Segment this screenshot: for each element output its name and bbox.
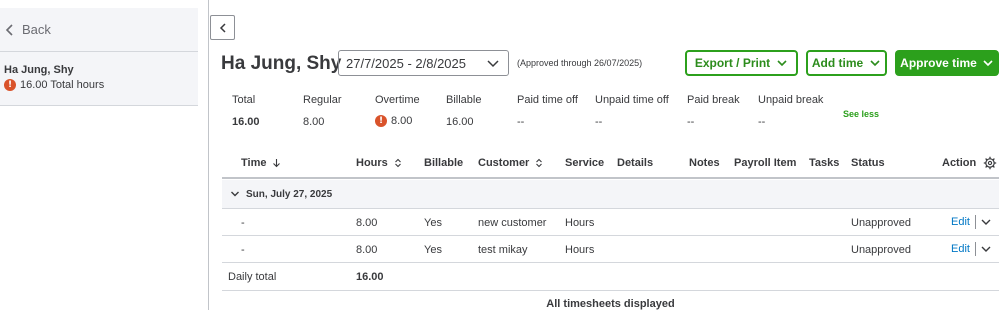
cell-time: - xyxy=(241,244,245,256)
chevron-left-icon xyxy=(219,22,226,33)
cell-status: Unapproved xyxy=(851,244,911,256)
table-row: - 8.00 Yes new customer Hours Unapproved… xyxy=(222,209,999,236)
edit-link[interactable]: Edit xyxy=(951,216,970,228)
export-print-label: Export / Print xyxy=(694,56,771,70)
warning-icon: ! xyxy=(375,115,387,127)
column-header-time[interactable]: Time xyxy=(241,157,281,169)
table-row: - 8.00 Yes test mikay Hours Unapproved E… xyxy=(222,236,999,263)
sort-updown-icon xyxy=(536,158,543,168)
chevron-down-icon xyxy=(231,191,239,197)
employee-list-item[interactable]: Ha Jung, Shy ! 16.00 Total hours xyxy=(0,52,198,106)
cell-customer: new customer xyxy=(478,217,547,229)
employee-hours-text: 16.00 Total hours xyxy=(20,79,105,91)
cell-time: - xyxy=(241,217,245,229)
column-header-label: Tasks xyxy=(809,157,840,169)
chevron-down-icon xyxy=(870,60,880,67)
date-group-label: Sun, July 27, 2025 xyxy=(246,188,333,200)
column-header-details: Details xyxy=(617,157,653,169)
approve-time-label: Approve time xyxy=(900,56,977,70)
cell-status: Unapproved xyxy=(851,217,911,229)
table-header: Time Hours Billable Customer Service Det… xyxy=(222,148,999,179)
column-header-payroll-item: Payroll Item xyxy=(734,157,796,169)
column-header-label: Action xyxy=(942,157,977,169)
column-header-label: Service xyxy=(565,157,605,169)
summary-value-paid-time-off: -- xyxy=(517,116,525,128)
page-title: Ha Jung, Shy xyxy=(221,53,342,74)
chevron-down-icon[interactable] xyxy=(980,216,992,228)
add-time-label: Add time xyxy=(811,56,864,70)
back-button[interactable]: Back xyxy=(0,8,198,52)
column-header-notes: Notes xyxy=(689,157,720,169)
column-header-tasks: Tasks xyxy=(809,157,839,169)
sort-down-icon xyxy=(273,159,281,168)
chevron-down-icon xyxy=(983,60,993,67)
column-header-label: Time xyxy=(241,157,267,169)
daily-total-row: Daily total 16.00 xyxy=(222,263,999,291)
column-header-label: Status xyxy=(851,157,885,169)
summary-label-total: Total xyxy=(232,94,256,106)
date-group-row[interactable]: Sun, July 27, 2025 xyxy=(222,180,999,209)
summary-label-regular: Regular xyxy=(303,94,342,106)
cell-service: Hours xyxy=(565,244,595,256)
summary-label-unpaid-time-off: Unpaid time off xyxy=(595,94,669,106)
summary-overtime: ! 8.00 xyxy=(375,115,412,127)
summary-label-paid-time-off: Paid time off xyxy=(517,94,578,106)
column-header-billable: Billable xyxy=(424,157,463,169)
collapse-sidebar-button[interactable] xyxy=(210,15,235,40)
add-time-button[interactable]: Add time xyxy=(806,50,887,76)
column-header-label: Details xyxy=(617,157,654,169)
approved-through-note: (Approved through 26/07/2025) xyxy=(517,58,643,68)
action-separator xyxy=(975,215,976,229)
employee-hours: ! 16.00 Total hours xyxy=(4,79,198,91)
chevron-down-icon xyxy=(487,60,499,68)
cell-hours: 8.00 xyxy=(356,217,378,229)
column-header-status: Status xyxy=(851,157,885,169)
column-header-service: Service xyxy=(565,157,604,169)
daily-total-value: 16.00 xyxy=(356,271,384,283)
column-header-label: Customer xyxy=(478,157,530,169)
summary-value-overtime: 8.00 xyxy=(391,115,413,127)
summary-value-billable: 16.00 xyxy=(446,116,474,128)
date-range-select[interactable]: 27/7/2025 - 2/8/2025 xyxy=(338,50,509,76)
employee-sidebar: Back Ha Jung, Shy ! 16.00 Total hours xyxy=(0,0,198,310)
summary-label-overtime: Overtime xyxy=(375,94,420,106)
summary-value-unpaid-time-off: -- xyxy=(595,116,603,128)
date-range-value: 27/7/2025 - 2/8/2025 xyxy=(346,55,466,71)
cell-hours: 8.00 xyxy=(356,244,378,256)
see-less-link[interactable]: See less xyxy=(843,109,879,119)
export-print-button[interactable]: Export / Print xyxy=(685,50,798,76)
column-header-action: Action xyxy=(942,157,976,169)
gear-icon[interactable] xyxy=(983,156,997,170)
back-label: Back xyxy=(22,22,51,37)
summary-value-paid-break: -- xyxy=(687,116,695,128)
column-header-customer[interactable]: Customer xyxy=(478,157,543,169)
approve-time-button[interactable]: Approve time xyxy=(895,50,999,76)
warning-icon: ! xyxy=(4,79,16,91)
action-separator xyxy=(975,242,976,256)
sidebar-divider xyxy=(208,0,209,310)
employee-name: Ha Jung, Shy xyxy=(4,64,74,76)
cell-billable: Yes xyxy=(424,217,442,229)
column-header-label: Payroll Item xyxy=(734,157,797,169)
sort-updown-icon xyxy=(394,158,401,168)
daily-total-label: Daily total xyxy=(228,271,277,283)
cell-service: Hours xyxy=(565,217,595,229)
summary-value-regular: 8.00 xyxy=(303,116,325,128)
chevron-down-icon xyxy=(777,60,787,67)
column-header-hours[interactable]: Hours xyxy=(356,157,402,169)
summary-value-unpaid-break: -- xyxy=(758,116,766,128)
chevron-down-icon[interactable] xyxy=(980,243,992,255)
column-header-label: Hours xyxy=(356,157,388,169)
footer-status: All timesheets displayed xyxy=(546,298,675,310)
column-header-label: Notes xyxy=(689,157,720,169)
summary-label-paid-break: Paid break xyxy=(687,94,740,106)
summary-label-billable: Billable xyxy=(446,94,482,106)
edit-link[interactable]: Edit xyxy=(951,243,970,255)
column-header-label: Billable xyxy=(424,157,464,169)
chevron-left-icon xyxy=(5,23,13,36)
cell-billable: Yes xyxy=(424,244,442,256)
summary-label-unpaid-break: Unpaid break xyxy=(758,94,824,106)
summary-value-total: 16.00 xyxy=(232,116,260,128)
cell-customer: test mikay xyxy=(478,244,528,256)
